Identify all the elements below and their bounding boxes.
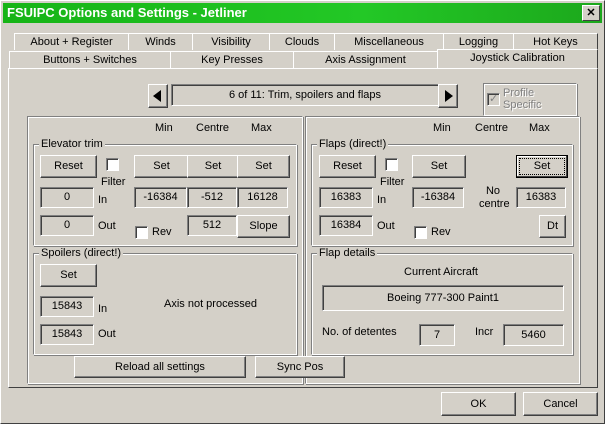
profile-specific-checkbox[interactable]: ✓ (487, 93, 500, 106)
elevator-out-value: 0 (40, 215, 94, 236)
window-title: FSUIPC Options and Settings - Jetliner (7, 5, 247, 20)
spoilers-out-label: Out (98, 328, 116, 340)
flaps-title: Flaps (direct!) (317, 138, 389, 150)
flaps-rev-label: Rev (431, 226, 451, 238)
spoilers-in-label: In (98, 303, 108, 315)
detentes-label: No. of detentes (322, 326, 397, 338)
flaps-filter-label: Filter (380, 176, 405, 188)
flaps-set-min-button[interactable]: Set (412, 155, 466, 178)
elevator-set-min-button[interactable]: Set (134, 155, 189, 178)
elevator-min-value: -16384 (134, 187, 187, 208)
tab-hot-keys[interactable]: Hot Keys (513, 33, 598, 50)
flap-details-title: Flap details (317, 247, 378, 259)
flaps-dt-button[interactable]: Dt (539, 215, 566, 238)
elevator-centre2-value: 512 (187, 215, 237, 236)
flaps-filter-checkbox[interactable] (385, 158, 398, 171)
tab-miscellaneous[interactable]: Miscellaneous (334, 33, 444, 50)
flaps-min-value: -16384 (412, 187, 464, 208)
aircraft-name-field: Boeing 777-300 Paint1 (322, 285, 564, 311)
cancel-button[interactable]: Cancel (523, 392, 598, 416)
current-aircraft-label: Current Aircraft (404, 266, 478, 278)
prev-page-button[interactable] (148, 84, 168, 108)
incr-value: 5460 (503, 324, 564, 346)
spoilers-title: Spoilers (direct!) (39, 247, 124, 259)
flaps-out-label: Out (377, 220, 395, 232)
elevator-set-max-button[interactable]: Set (237, 155, 290, 178)
min-header: Min (155, 122, 173, 134)
tab-buttons-switches[interactable]: Buttons + Switches (9, 51, 171, 68)
sync-pos-button[interactable]: Sync Pos (255, 356, 345, 378)
flaps-in-value: 16383 (319, 187, 373, 208)
elevator-reset-button[interactable]: Reset (40, 155, 97, 178)
page-indicator: 6 of 11: Trim, spoilers and flaps (171, 84, 439, 106)
tab-logging[interactable]: Logging (443, 33, 514, 50)
close-icon[interactable]: ✕ (582, 5, 600, 21)
tab-key-presses[interactable]: Key Presses (170, 51, 294, 68)
spoilers-set-button[interactable]: Set (40, 264, 97, 287)
flaps-set-max-button[interactable]: Set (516, 155, 568, 178)
elevator-max-value: 16128 (237, 187, 288, 208)
flaps-max-header: Max (529, 122, 550, 134)
elevator-set-centre-button[interactable]: Set (187, 155, 239, 178)
centre-header: Centre (196, 122, 230, 134)
max-header: Max (251, 122, 272, 134)
title-bar: FSUIPC Options and Settings - Jetliner ✕ (3, 3, 602, 23)
profile-specific-label: Profile Specific (503, 87, 542, 111)
spoilers-in-value: 15843 (40, 296, 94, 317)
check-icon: ✓ (489, 93, 499, 105)
tab-joystick-calibration[interactable]: Joystick Calibration (437, 49, 598, 68)
elevator-rev-checkbox[interactable] (135, 226, 148, 239)
incr-label: Incr (475, 326, 494, 338)
elevator-trim-title: Elevator trim (39, 138, 105, 150)
arrow-left-icon (153, 90, 161, 102)
next-page-button[interactable] (438, 84, 458, 108)
elevator-slope-button[interactable]: Slope (237, 215, 290, 238)
elevator-rev-label: Rev (152, 226, 172, 238)
arrow-right-icon (445, 90, 453, 102)
flaps-reset-button[interactable]: Reset (319, 155, 376, 178)
elevator-in-label: In (98, 194, 108, 206)
detentes-value: 7 (419, 324, 455, 346)
flaps-centre-header: Centre (475, 122, 509, 134)
elevator-centre-value: -512 (187, 187, 237, 208)
elevator-filter-checkbox[interactable] (106, 158, 119, 171)
tab-visibility[interactable]: Visibility (192, 33, 270, 50)
tab-axis-assignment[interactable]: Axis Assignment (293, 51, 438, 68)
flaps-out-value: 16384 (319, 215, 373, 236)
spoilers-out-value: 15843 (40, 324, 94, 345)
tab-clouds[interactable]: Clouds (269, 33, 335, 50)
flaps-min-header: Min (433, 122, 451, 134)
elevator-filter-label: Filter (101, 176, 126, 188)
tab-winds[interactable]: Winds (128, 33, 193, 50)
elevator-in-value: 0 (40, 187, 94, 208)
flaps-rev-checkbox[interactable] (414, 226, 427, 239)
options-window: FSUIPC Options and Settings - Jetliner ✕… (0, 0, 605, 424)
tab-about-register[interactable]: About + Register (14, 33, 129, 50)
flaps-in-label: In (377, 194, 387, 206)
spoilers-status: Axis not processed (164, 298, 257, 310)
joystick-calibration-panel: 6 of 11: Trim, spoilers and flaps ✓ Prof… (8, 68, 598, 388)
flaps-max-value: 16383 (516, 187, 566, 208)
flaps-no-centre-label: No centre (479, 185, 510, 210)
elevator-out-label: Out (98, 220, 116, 232)
ok-button[interactable]: OK (441, 392, 516, 416)
reload-settings-button[interactable]: Reload all settings (74, 356, 246, 378)
